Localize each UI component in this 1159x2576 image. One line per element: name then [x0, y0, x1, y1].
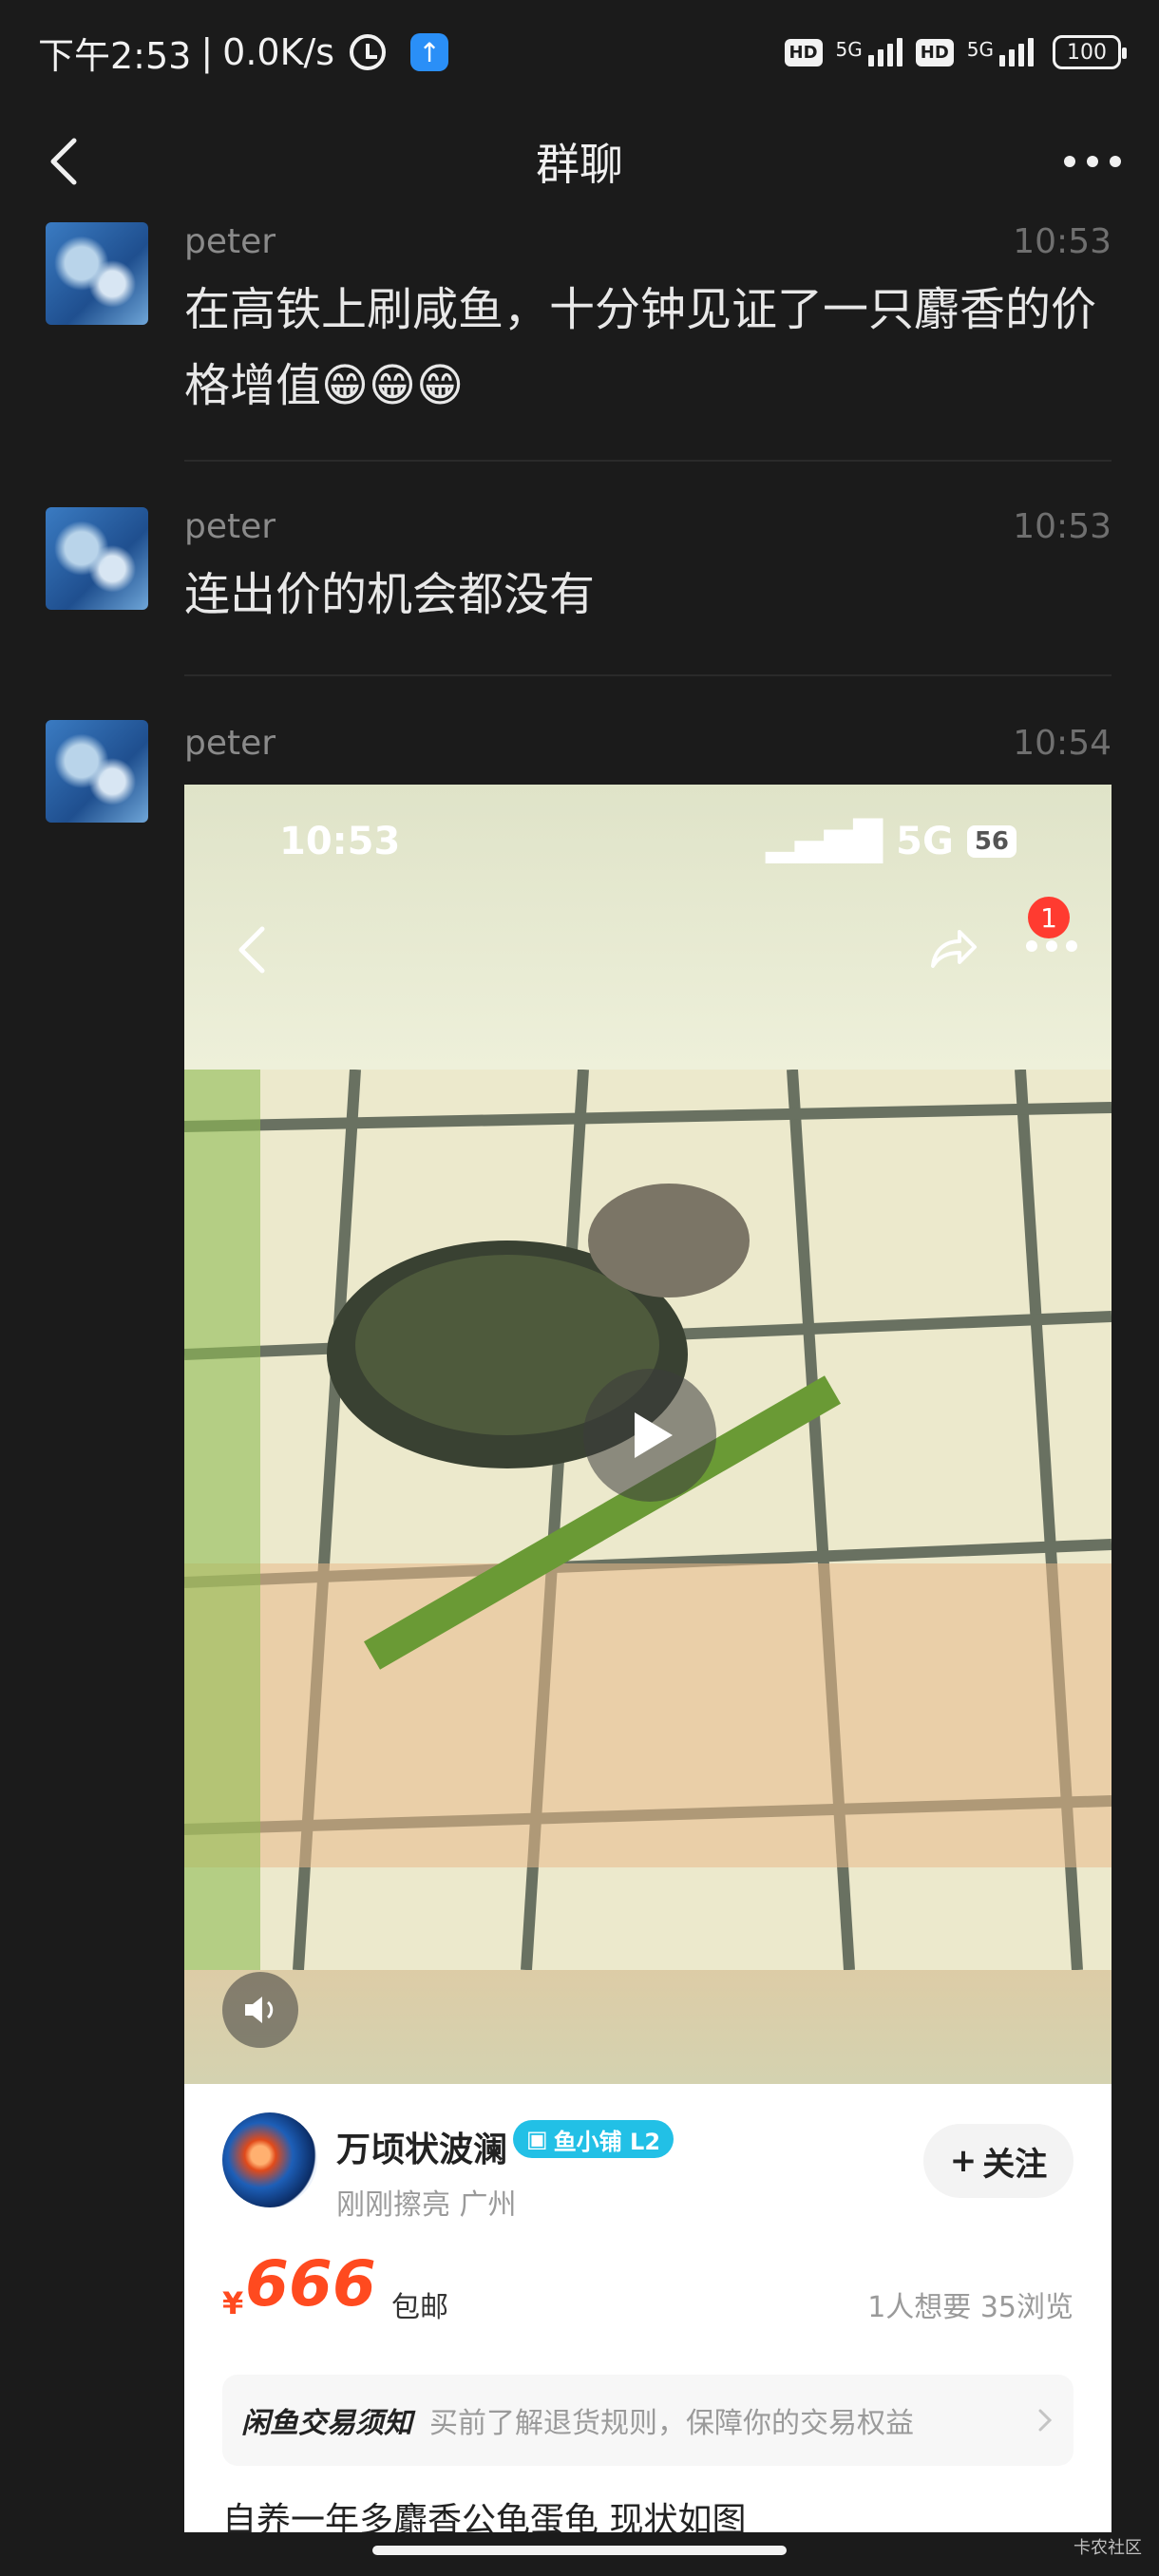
listing-stats: 1人想要 35浏览 — [867, 2291, 1074, 2324]
battery-icon: 100 — [1053, 35, 1127, 69]
notification-badge: 1 — [1028, 897, 1070, 938]
signal-icon: 5G — [836, 38, 902, 66]
hd-badge: HD — [915, 38, 954, 66]
home-indicator[interactable] — [372, 2546, 787, 2555]
alarm-icon — [350, 34, 387, 70]
volume-icon[interactable] — [222, 1972, 298, 2048]
page-title: 群聊 — [536, 139, 623, 190]
currency-symbol: ¥ — [222, 2285, 244, 2321]
plus-icon: + — [949, 2142, 978, 2180]
price: 666 — [245, 2247, 376, 2320]
avatar[interactable] — [46, 507, 148, 610]
seller-name[interactable]: 万顷状波澜 — [336, 2122, 507, 2171]
divider — [184, 674, 1112, 676]
sender-name: peter — [184, 222, 276, 261]
listing-description: 自养一年多麝香公龟蛋龟 现状如图 — [222, 2501, 747, 2532]
status-right: HD 5G HD 5G 100 — [784, 35, 1127, 69]
message-item: peter 10:53 在高铁上刷咸鱼，十分钟见证了一只麝香的价格增值😁😁😁 — [0, 218, 1159, 461]
notice-title: 闲鱼交易须知 — [241, 2407, 412, 2440]
back-icon[interactable] — [230, 921, 277, 978]
shared-listing-card[interactable]: 10:53 ▂▄▆█ 5G 56 1 万顷状波澜 ▣ 鱼小铺 L2 刚刚擦亮 广… — [184, 785, 1112, 2532]
trade-notice-banner[interactable]: 闲鱼交易须知 买前了解退货规则，保障你的交易权益 — [222, 2375, 1074, 2466]
chat-header: 群聊 — [0, 104, 1159, 218]
listing-info: 万顷状波澜 ▣ 鱼小铺 L2 刚刚擦亮 广州 + 关注 ¥ 666 包邮 1人想… — [184, 2084, 1112, 2532]
video-network: 5G — [896, 820, 954, 863]
share-icon[interactable] — [925, 922, 978, 975]
notice-text: 买前了解退货规则，保障你的交易权益 — [429, 2407, 914, 2440]
message-time: 10:53 — [1013, 507, 1112, 546]
video-time: 10:53 — [279, 820, 401, 863]
video-preview[interactable]: 10:53 ▂▄▆█ 5G 56 1 — [184, 785, 1112, 2084]
signal-icon: 5G — [967, 38, 1034, 66]
video-status-bar: 10:53 ▂▄▆█ 5G 56 — [184, 813, 1112, 870]
play-icon[interactable] — [583, 1369, 716, 1502]
signal-icon: ▂▄▆█ — [766, 820, 884, 863]
status-left: 下午2:53 | 0.0K/s ↑ — [38, 27, 449, 79]
message-text[interactable]: 在高铁上刷咸鱼，十分钟见证了一只麝香的价格增值😁😁😁 — [184, 272, 1096, 424]
seller-level-badge: ▣ 鱼小铺 L2 — [513, 2120, 674, 2158]
chevron-left-icon[interactable] — [38, 133, 95, 190]
seller-location: 刚刚擦亮 广州 — [336, 2188, 517, 2222]
sender-name: peter — [184, 724, 276, 763]
status-time: 下午2:53 — [38, 34, 192, 77]
status-separator: | — [200, 31, 214, 73]
watermark: 卡农社区 — [1074, 2538, 1142, 2558]
chevron-right-icon — [1038, 2409, 1053, 2432]
message-item: peter 10:53 连出价的机会都没有 — [0, 503, 1159, 674]
status-bar: 下午2:53 | 0.0K/s ↑ HD 5G HD 5G 100 — [0, 0, 1159, 104]
avatar[interactable] — [46, 222, 148, 325]
message-time: 10:54 — [1013, 724, 1112, 763]
hd-badge: HD — [784, 38, 823, 66]
video-frame-image — [184, 1070, 1112, 1970]
shipping-label: 包邮 — [391, 2291, 448, 2324]
sender-name: peter — [184, 507, 276, 546]
seller-avatar[interactable] — [222, 2112, 317, 2207]
more-dots-icon[interactable] — [1064, 139, 1121, 184]
divider — [184, 460, 1112, 462]
app-notification-icon: ↑ — [410, 33, 449, 71]
shop-icon: ▣ — [526, 2126, 548, 2152]
net-speed: 0.0K/s — [222, 31, 335, 73]
avatar[interactable] — [46, 720, 148, 823]
message-time: 10:53 — [1013, 222, 1112, 261]
battery-icon: 56 — [966, 825, 1016, 858]
more-dots-icon[interactable] — [1026, 940, 1077, 954]
follow-button[interactable]: + 关注 — [923, 2124, 1074, 2198]
message-text[interactable]: 连出价的机会都没有 — [184, 557, 1096, 633]
